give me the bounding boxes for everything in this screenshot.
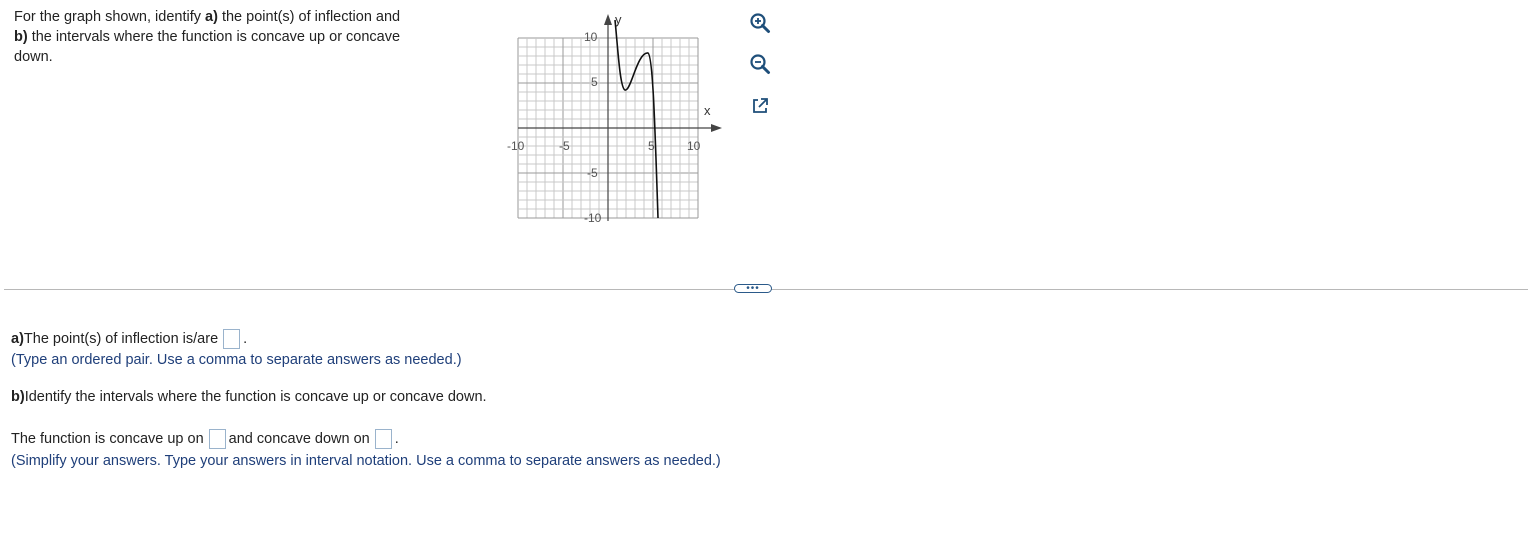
question-part3: the intervals where the function is conc… — [27, 29, 401, 45]
x-tick-label: -10 — [507, 139, 525, 153]
inflection-point-input[interactable] — [223, 329, 241, 349]
x-axis-arrow — [711, 124, 722, 132]
answer-a-text: The point(s) of inflection is/are — [23, 331, 219, 347]
x-tick-label: -5 — [559, 139, 570, 153]
question-part2: the point(s) of inflection and — [217, 9, 401, 25]
concave-up-input[interactable] — [208, 429, 226, 449]
x-tick-label: 5 — [648, 139, 655, 153]
zoom-out-icon — [750, 54, 770, 74]
question-text: For the graph shown, identify a) the poi… — [14, 7, 459, 67]
concave-down-text: and concave down on — [228, 431, 370, 447]
concave-line: The function is concave up on and concave… — [11, 428, 399, 450]
y-tick-label: -5 — [587, 166, 598, 180]
concave-period: . — [394, 431, 399, 447]
answer-b-label: b) — [11, 389, 25, 405]
answer-a-label: a) — [11, 331, 24, 347]
y-tick-label: 5 — [591, 75, 598, 89]
graph-svg: x y -10 -5 5 10 10 5 -5 -10 — [507, 12, 722, 225]
answer-b-hint: (Simplify your answers. Type your answer… — [11, 453, 721, 469]
y-axis-arrow — [604, 14, 612, 25]
concave-up-text: The function is concave up on — [11, 431, 204, 447]
answer-a-hint: (Type an ordered pair. Use a comma to se… — [11, 352, 462, 368]
answer-a-line: a) The point(s) of inflection is/are. — [11, 328, 247, 350]
concave-down-input[interactable] — [374, 429, 392, 449]
answer-b-line: b) Identify the intervals where the func… — [11, 389, 487, 405]
question-a-label: a) — [205, 9, 218, 25]
zoom-out-button[interactable] — [747, 51, 773, 77]
graph-axes: x y — [518, 12, 722, 221]
y-tick-label: 10 — [584, 30, 598, 44]
function-graph[interactable]: x y -10 -5 5 10 10 5 -5 -10 — [500, 8, 730, 228]
answer-b-text: Identify the intervals where the functio… — [24, 389, 487, 405]
x-axis-label: x — [704, 103, 711, 118]
question-part1: For the graph shown, identify — [14, 9, 206, 25]
more-button[interactable]: ••• — [734, 283, 772, 293]
zoom-in-button[interactable] — [747, 10, 773, 36]
popout-button[interactable] — [747, 93, 773, 119]
external-link-icon — [753, 98, 768, 113]
question-part4: down. — [14, 49, 53, 65]
zoom-in-icon — [750, 13, 770, 33]
x-tick-label: 10 — [687, 139, 701, 153]
y-tick-label: -10 — [584, 211, 602, 225]
answer-a-period: . — [243, 331, 248, 347]
question-b-label: b) — [14, 29, 28, 45]
